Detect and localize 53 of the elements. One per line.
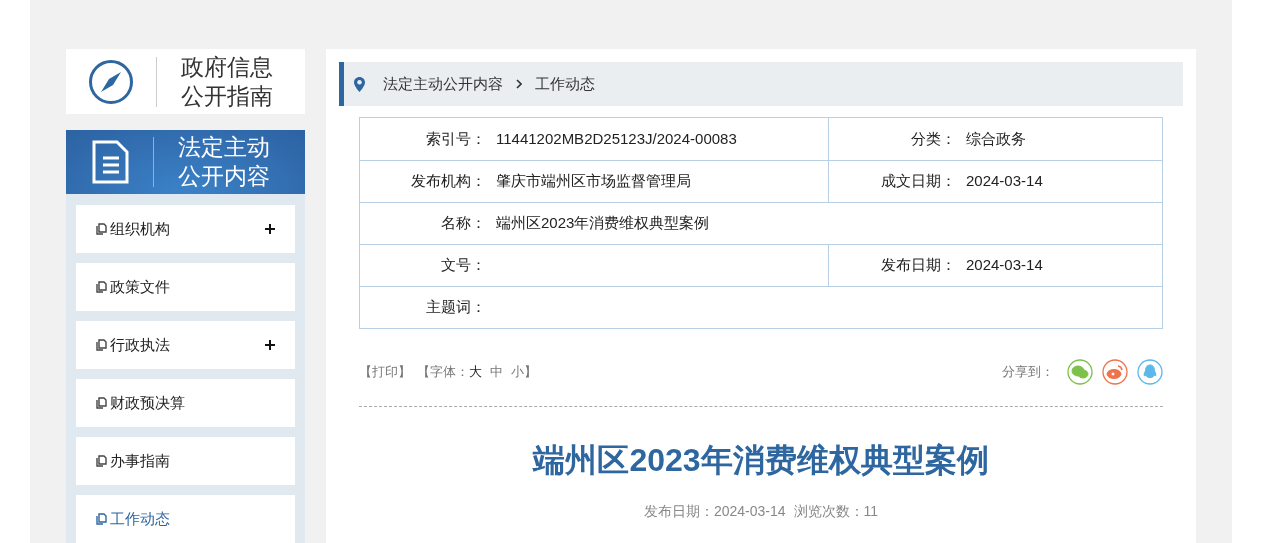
weibo-icon[interactable] [1102, 359, 1128, 385]
breadcrumb-link[interactable]: 法定主动公开内容 [383, 72, 503, 96]
field-label: 发布日期： [880, 255, 956, 276]
field-value: 肇庆市端州区市场监督管理局 [496, 171, 691, 192]
field-label: 分类： [910, 128, 956, 149]
plus-icon[interactable] [265, 340, 275, 350]
field-value: 端州区2023年消费维权典型案例 [496, 213, 710, 234]
chevron-right-icon [516, 79, 522, 89]
font-size-link[interactable]: 中 [490, 362, 503, 382]
field-label: 文号： [440, 255, 486, 276]
field-value: 2024-03-14 [966, 171, 1043, 192]
penguin-icon[interactable] [1137, 359, 1163, 385]
copy-icon [96, 281, 107, 293]
wechat-icon[interactable] [1067, 359, 1093, 385]
publish-date: 发布日期：2024-03-14 [643, 502, 786, 521]
copy-icon [96, 455, 107, 467]
font-size-link[interactable]: 小 [511, 362, 524, 382]
view-count: 浏览次数：11 [793, 502, 879, 521]
font-size-link[interactable]: 大 [469, 362, 482, 382]
panel-title: 政府信息 [181, 52, 273, 82]
field-value: 11441202MB2D25123J/2024-00083 [496, 128, 737, 149]
sidebar-item[interactable]: 政策文件 [76, 263, 295, 311]
compass-icon [88, 58, 134, 105]
field-label: 索引号： [425, 128, 486, 149]
sidebar-item[interactable]: 行政执法 [76, 321, 295, 369]
copy-icon [96, 397, 107, 409]
plus-icon[interactable] [265, 224, 275, 234]
copy-icon [96, 513, 107, 525]
panel-title: 法定主动 [178, 133, 270, 163]
field-value: 综合政务 [966, 128, 1026, 149]
share-label: 分享到： [1002, 363, 1054, 382]
panel-title: 公开指南 [181, 81, 273, 111]
article-title: 端州区2023年消费维权典型案例 [533, 441, 989, 480]
font-size-label: 】 [524, 363, 537, 382]
guide-panel[interactable]: 政府信息 公开指南 [66, 49, 305, 115]
location-pin-icon [354, 76, 365, 92]
copy-icon [96, 339, 107, 351]
print-link[interactable]: 【打印】 [359, 362, 411, 382]
field-label: 发布机构： [410, 171, 486, 192]
sidebar-item[interactable]: 办事指南 [76, 437, 295, 485]
copy-icon [96, 223, 107, 235]
field-label: 成文日期： [880, 171, 956, 192]
section-header[interactable]: 法定主动 公开内容 [66, 130, 305, 194]
panel-title: 公开内容 [178, 162, 270, 192]
document-icon [92, 140, 129, 185]
sidebar-item[interactable]: 组织机构 [76, 205, 295, 253]
font-size-label: 【字体： [417, 363, 469, 382]
sidebar-item[interactable]: 工作动态 [76, 495, 295, 543]
sidebar-item[interactable]: 财政预决算 [76, 379, 295, 427]
field-label: 名称： [440, 213, 486, 234]
breadcrumb-link[interactable]: 工作动态 [535, 72, 595, 96]
field-value: 2024-03-14 [966, 255, 1043, 276]
field-label: 主题词： [425, 297, 486, 318]
